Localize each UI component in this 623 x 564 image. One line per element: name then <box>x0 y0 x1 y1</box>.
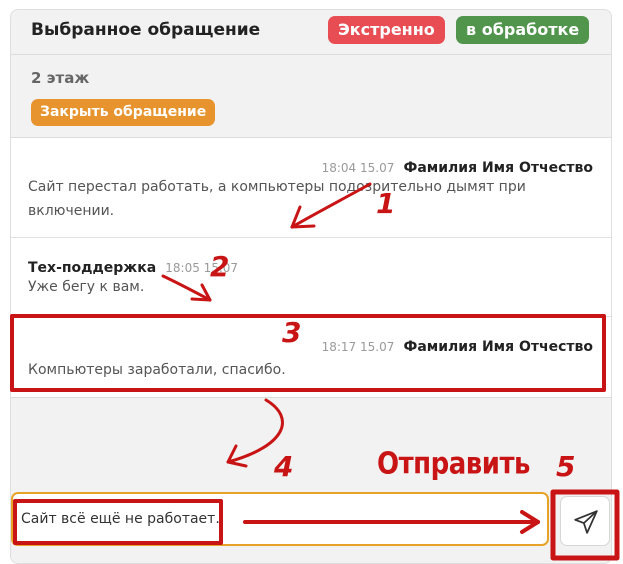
ticket-header: Выбранное обращение Экстренно в обработк… <box>11 10 611 55</box>
message-author: Тех-поддержка <box>28 260 157 276</box>
message-meta: Тех-поддержка 18:05 15.07 <box>28 257 242 276</box>
message-time: 18:05 15.07 <box>165 261 239 275</box>
message-item: Тех-поддержка 18:05 15.07 Уже бегу к вам… <box>11 238 611 317</box>
message-text: Компьютеры заработали, спасибо. <box>28 362 286 378</box>
message-time: 18:17 15.07 <box>321 340 395 354</box>
message-list: 18:04 15.07 Фамилия Имя Отчество Сайт пе… <box>11 137 611 398</box>
message-item: 18:04 15.07 Фамилия Имя Отчество Сайт пе… <box>11 138 611 238</box>
annotation-send-label: Отправить <box>377 447 530 482</box>
message-input[interactable] <box>21 504 421 534</box>
priority-badge: Экстренно <box>328 16 445 44</box>
page-title: Выбранное обращение <box>31 20 261 40</box>
message-text: Уже бегу к вам. <box>28 279 145 295</box>
message-meta: 18:17 15.07 Фамилия Имя Отчество <box>322 336 593 355</box>
close-ticket-button[interactable]: Закрыть обращение <box>31 99 216 126</box>
message-input-box[interactable] <box>11 492 549 546</box>
send-icon <box>574 510 598 534</box>
message-time: 18:04 15.07 <box>321 161 395 175</box>
send-button[interactable] <box>560 496 610 546</box>
message-text: Сайт перестал работать, а компьютеры под… <box>28 179 526 219</box>
message-author: Фамилия Имя Отчество <box>403 160 593 176</box>
message-author: Фамилия Имя Отчество <box>403 339 593 355</box>
status-badge: в обработке <box>456 16 590 44</box>
ticket-location: 2 этаж <box>31 69 90 87</box>
message-item: 18:17 15.07 Фамилия Имя Отчество Компьют… <box>11 317 611 397</box>
message-meta: 18:04 15.07 Фамилия Имя Отчество <box>322 157 593 176</box>
